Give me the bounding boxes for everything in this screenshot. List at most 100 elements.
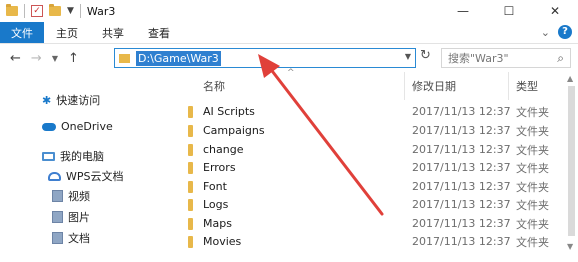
up-arrow-icon[interactable]: ↑ (68, 51, 79, 66)
sidebar-item-label: 我的电脑 (60, 150, 104, 163)
file-type: 文件夹 (516, 198, 549, 212)
quick-access-toolbar: ✓ ▼ (0, 4, 81, 18)
folder-icon (6, 4, 18, 16)
file-row[interactable]: AI Scripts 2017/11/13 12:37 文件夹 (180, 102, 555, 121)
scroll-up-icon[interactable]: ▲ (567, 74, 573, 83)
folder-icon (188, 162, 193, 174)
sidebar-item-videos[interactable]: 视频 (52, 188, 90, 204)
folder-icon (188, 144, 193, 156)
file-date: 2017/11/13 12:37 (412, 143, 511, 156)
file-type: 文件夹 (516, 143, 549, 157)
file-type: 文件夹 (516, 161, 549, 175)
document-library-icon (52, 232, 63, 244)
forward-arrow-icon[interactable]: → (31, 51, 42, 66)
sidebar-item-pictures[interactable]: 图片 (52, 209, 90, 225)
wps-cloud-icon (48, 171, 61, 181)
divider (24, 4, 25, 18)
file-date: 2017/11/13 12:37 (412, 198, 511, 211)
folder-icon (188, 236, 193, 248)
picture-library-icon (52, 211, 63, 223)
file-row[interactable]: Font 2017/11/13 12:37 文件夹 (180, 177, 555, 196)
file-type: 文件夹 (516, 105, 549, 119)
file-name: Maps (203, 217, 232, 230)
file-type: 文件夹 (516, 180, 549, 194)
address-bar[interactable]: D:\Game\War3 ▼ (114, 48, 416, 68)
sidebar-item-label: 视频 (68, 190, 90, 203)
tab-file[interactable]: 文件 (0, 22, 44, 43)
divider (79, 4, 81, 18)
sidebar-item-label: 图片 (68, 211, 90, 224)
column-divider[interactable] (404, 72, 405, 100)
window-controls: — ☐ ✕ (440, 0, 578, 22)
file-name: Logs (203, 198, 229, 211)
file-row[interactable]: Logs 2017/11/13 12:37 文件夹 (180, 195, 555, 214)
file-list-scrollbar[interactable]: ▲ ▼ (565, 72, 578, 262)
navigation-buttons: ← → ▼ ↑ (0, 51, 114, 66)
title-bar: ✓ ▼ War3 — ☐ ✕ (0, 0, 578, 22)
sidebar-item-label: 快速访问 (56, 94, 101, 107)
ribbon-tabs: 文件 主页 共享 查看 ⌄ ? (0, 22, 578, 44)
file-row[interactable]: Campaigns 2017/11/13 12:37 文件夹 (180, 121, 555, 140)
scrollbar-thumb[interactable] (568, 86, 575, 236)
file-name: Errors (203, 161, 236, 174)
cloud-icon (42, 122, 56, 131)
address-path[interactable]: D:\Game\War3 (136, 50, 221, 66)
video-library-icon (52, 190, 63, 202)
search-input[interactable]: 搜索"War3" ⌕ (441, 48, 571, 68)
folder-icon (188, 218, 193, 230)
sidebar-item-quick-access[interactable]: ✱ 快速访问 (42, 92, 100, 108)
properties-check-icon[interactable]: ✓ (31, 5, 43, 17)
scroll-down-icon[interactable]: ▼ (567, 242, 573, 251)
file-row[interactable]: Errors 2017/11/13 12:37 文件夹 (180, 158, 555, 177)
maximize-button[interactable]: ☐ (486, 0, 532, 22)
file-row[interactable]: change 2017/11/13 12:37 文件夹 (180, 140, 555, 159)
file-type: 文件夹 (516, 124, 549, 138)
sidebar-item-this-pc[interactable]: 我的电脑 (42, 148, 104, 164)
pin-icon: ✱ (42, 93, 52, 107)
search-icon[interactable]: ⌕ (557, 51, 564, 66)
file-name: Font (203, 180, 227, 193)
help-icon[interactable]: ? (558, 25, 572, 39)
sidebar-item-onedrive[interactable]: OneDrive (42, 120, 113, 133)
file-date: 2017/11/13 12:37 (412, 217, 511, 230)
sidebar-item-wps-cloud[interactable]: WPS云文档 (48, 168, 124, 184)
back-arrow-icon[interactable]: ← (10, 51, 21, 66)
column-header-date[interactable]: 修改日期 (412, 72, 456, 100)
folder-icon (119, 53, 130, 63)
window-title: War3 (86, 4, 116, 18)
folder-icon (188, 181, 193, 193)
new-folder-icon[interactable] (49, 4, 61, 16)
file-date: 2017/11/13 12:37 (412, 105, 511, 118)
tab-share[interactable]: 共享 (90, 22, 136, 43)
sidebar-item-label: 文档 (68, 232, 90, 245)
file-name: AI Scripts (203, 105, 255, 118)
customize-toolbar-icon[interactable]: ▼ (67, 6, 74, 16)
close-button[interactable]: ✕ (532, 0, 578, 22)
navigation-pane: ✱ 快速访问 OneDrive 我的电脑 WPS云文档 视频 图片 文档 (0, 72, 170, 262)
ribbon-controls: ⌄ ? (541, 25, 572, 39)
file-name: change (203, 143, 244, 156)
minimize-button[interactable]: — (440, 0, 486, 22)
column-header-type[interactable]: 类型 (516, 72, 538, 100)
refresh-icon[interactable]: ↻ (420, 48, 431, 63)
expand-ribbon-icon[interactable]: ⌄ (541, 26, 550, 39)
search-placeholder: 搜索"War3" (448, 52, 509, 65)
address-dropdown-icon[interactable]: ▼ (405, 52, 411, 61)
column-divider[interactable] (508, 72, 509, 100)
recent-locations-icon[interactable]: ▼ (52, 54, 58, 63)
folder-icon (188, 106, 193, 118)
sort-ascending-icon: ^ (287, 68, 295, 78)
file-type: 文件夹 (516, 217, 549, 231)
sidebar-item-documents[interactable]: 文档 (52, 230, 90, 246)
file-row[interactable]: Maps 2017/11/13 12:37 文件夹 (180, 214, 555, 233)
tab-home[interactable]: 主页 (44, 22, 90, 43)
file-row[interactable]: Movies 2017/11/13 12:37 文件夹 (180, 232, 555, 251)
folder-icon (188, 125, 193, 137)
file-date: 2017/11/13 12:37 (412, 124, 511, 137)
file-name: Campaigns (203, 124, 265, 137)
sidebar-item-label: WPS云文档 (66, 170, 124, 183)
tab-view[interactable]: 查看 (136, 22, 182, 43)
sidebar-scrollbar[interactable] (160, 76, 170, 256)
sidebar-item-label: OneDrive (61, 120, 113, 133)
column-header-name[interactable]: 名称 (203, 72, 225, 100)
